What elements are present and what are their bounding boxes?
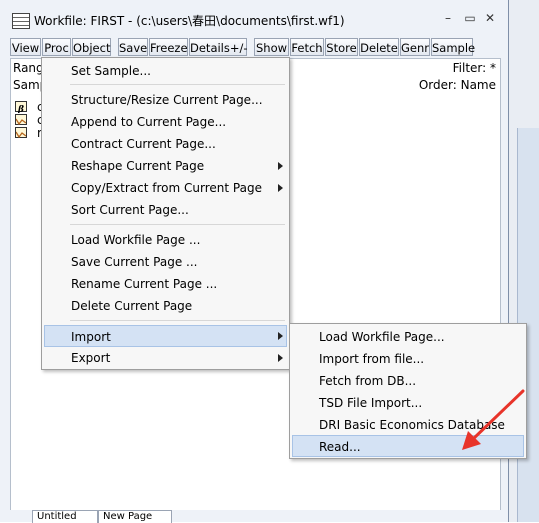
annotation-arrow xyxy=(462,389,525,450)
